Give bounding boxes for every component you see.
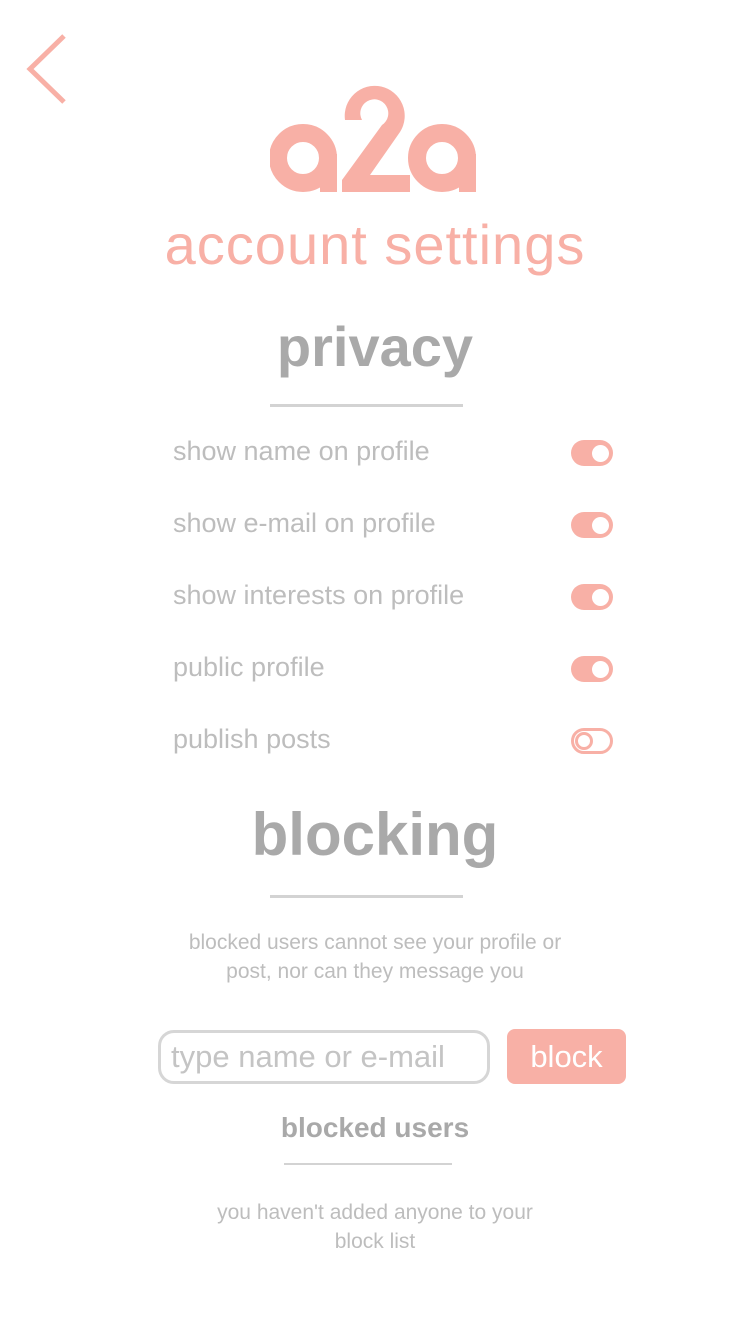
description-line: post, nor can they message you [226, 960, 524, 983]
setting-toggle[interactable] [571, 440, 613, 466]
back-chevron-icon[interactable] [22, 32, 72, 106]
empty-line: you haven't added anyone to your [217, 1201, 533, 1224]
blocked-users-heading: blocked users [280, 1112, 470, 1143]
blocking-description: blocked users cannot see your profile or… [0, 928, 750, 986]
setting-label: show name on profile [173, 436, 430, 466]
privacy-heading: privacy [276, 315, 474, 378]
setting-toggle[interactable] [571, 512, 613, 538]
a2a-logo [270, 85, 476, 192]
blocked-users-divider [284, 1163, 452, 1165]
empty-block-list-message: you haven't added anyone to your block li… [0, 1198, 750, 1256]
privacy-divider [270, 404, 463, 407]
block-button[interactable]: block [507, 1029, 626, 1084]
setting-toggle[interactable] [571, 728, 613, 754]
blocking-divider [270, 895, 463, 898]
description-line: blocked users cannot see your profile or [188, 931, 562, 954]
toggle-knob [592, 661, 609, 678]
privacy-setting-row: show name on profile [173, 436, 613, 476]
block-user-input[interactable] [158, 1030, 490, 1084]
setting-toggle[interactable] [571, 656, 613, 682]
blocking-heading: blocking [251, 801, 499, 868]
privacy-setting-row: public profile [173, 652, 613, 692]
toggle-knob [575, 732, 593, 750]
setting-toggle[interactable] [571, 584, 613, 610]
setting-label: show e-mail on profile [173, 508, 436, 538]
toggle-knob [592, 445, 609, 462]
account-settings-page: account settings privacy show name on pr… [0, 0, 750, 1334]
setting-label: show interests on profile [173, 580, 465, 610]
empty-line: block list [334, 1230, 416, 1253]
privacy-setting-row: show interests on profile [173, 580, 613, 620]
toggle-knob [592, 589, 609, 606]
page-title: account settings [164, 213, 586, 276]
setting-label: public profile [173, 652, 325, 682]
setting-label: publish posts [173, 724, 331, 754]
toggle-knob [592, 517, 609, 534]
privacy-setting-row: show e-mail on profile [173, 508, 613, 548]
privacy-setting-row: publish posts [173, 724, 613, 764]
